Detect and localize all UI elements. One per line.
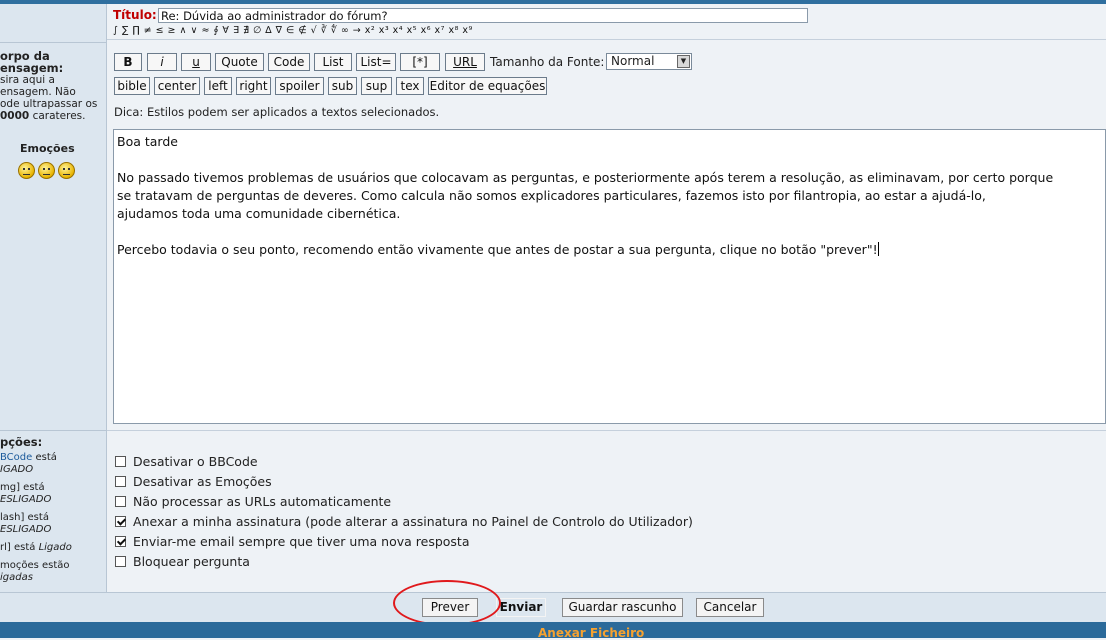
title-label: Título: [113, 8, 157, 22]
body-help-line: sira aqui a [0, 74, 55, 86]
underline-button[interactable]: u [181, 53, 211, 71]
font-size-value: Normal [611, 54, 655, 68]
option-attach-signature[interactable]: Anexar a minha assinatura (pode alterar … [115, 514, 693, 529]
code-button[interactable]: Code [268, 53, 310, 71]
url-state: Ligado [38, 542, 72, 553]
bold-button[interactable]: B [114, 53, 142, 71]
option-no-auto-urls[interactable]: Não processar as URLs automaticamente [115, 494, 391, 509]
math-symbols[interactable]: ∫ ∑ ∏ ≠ ≤ ≥ ∧ ∨ ≈ ∮ ∀ ∃ ∄ ∅ ∆ ∇ ∈ ∉ √ ∛ … [113, 25, 473, 36]
option-disable-emoticons[interactable]: Desativar as Emoções [115, 474, 272, 489]
submit-bar [0, 592, 1106, 623]
checkbox[interactable] [115, 516, 126, 527]
url-status: rl] está [0, 542, 39, 553]
checkbox[interactable] [115, 536, 126, 547]
sub-button[interactable]: sub [328, 77, 357, 95]
italic-button[interactable]: i [147, 53, 177, 71]
sup-button[interactable]: sup [361, 77, 392, 95]
left-separator [0, 42, 106, 43]
option-disable-bbcode[interactable]: Desativar o BBCode [115, 454, 258, 469]
bbcode-state: IGADO [0, 464, 34, 475]
emoticons-list [18, 162, 78, 182]
list-button[interactable]: List [314, 53, 352, 71]
left-separator [0, 430, 106, 431]
font-size-select[interactable]: Normal ▼ [606, 53, 692, 70]
img-state: ESLIGADO [0, 494, 52, 505]
font-size-label: Tamanho da Fonte: [490, 55, 605, 69]
tex-button[interactable]: tex [396, 77, 424, 95]
cancel-button[interactable]: Cancelar [696, 598, 764, 617]
section-separator [107, 39, 1106, 40]
message-paragraph: Percebo todavia o seu ponto, recomendo e… [117, 242, 878, 257]
grin-emoticon-icon[interactable] [58, 162, 75, 179]
body-help-line: ode ultrapassar os [0, 98, 98, 110]
spoiler-button[interactable]: spoiler [275, 77, 324, 95]
option-label: Bloquear pergunta [133, 554, 250, 569]
title-row: Título: [113, 8, 808, 23]
body-title-line2: ensagem: [0, 61, 64, 75]
left-button[interactable]: left [204, 77, 232, 95]
ordered-list-button[interactable]: List= [356, 53, 396, 71]
wink-emoticon-icon[interactable] [38, 162, 55, 179]
checkbox[interactable] [115, 496, 126, 507]
option-label: Enviar-me email sempre que tiver uma nov… [133, 534, 470, 549]
checkbox[interactable] [115, 456, 126, 467]
option-label: Desativar as Emoções [133, 474, 272, 489]
smile-emoticon-icon[interactable] [18, 162, 35, 179]
attachments-bar: Anexar Ficheiro [0, 622, 1106, 640]
right-button[interactable]: right [236, 77, 271, 95]
message-body-label: orpo da ensagem: sira aqui a ensagem. Nã… [0, 50, 106, 122]
checkbox[interactable] [115, 476, 126, 487]
message-textarea[interactable]: Boa tarde No passado tivemos problemas d… [113, 129, 1106, 424]
save-draft-button[interactable]: Guardar rascunho [562, 598, 683, 617]
options-label: pções: BCode está IGADO mg] está ESLIGADO … [0, 436, 106, 590]
text-cursor [877, 242, 879, 256]
message-paragraph: No passado tivemos problemas de usuários… [117, 170, 1054, 221]
body-help-line: carateres. [29, 110, 86, 122]
message-line: Boa tarde [117, 134, 178, 149]
center-button[interactable]: center [154, 77, 200, 95]
equation-editor-button[interactable]: Editor de equações [428, 77, 547, 95]
emoticons-status: moções estão [0, 560, 70, 571]
bbcode-status: está [32, 452, 57, 463]
flash-state: ESLIGADO [0, 524, 52, 535]
emoticons-label: Emoções [20, 142, 75, 155]
option-label: Anexar a minha assinatura (pode alterar … [133, 514, 693, 529]
title-input[interactable] [158, 8, 808, 23]
formatting-tip: Dica: Estilos podem ser aplicados a text… [114, 105, 440, 119]
preview-button[interactable]: Prever [422, 598, 478, 617]
max-chars: 0000 [0, 110, 30, 122]
url-button[interactable]: URL [445, 53, 485, 71]
quote-button[interactable]: Quote [215, 53, 264, 71]
checkbox[interactable] [115, 556, 126, 567]
submit-button[interactable]: Enviar [496, 598, 546, 617]
flash-status: lash] está [0, 512, 49, 523]
dropdown-arrow-icon[interactable]: ▼ [677, 55, 690, 68]
img-status: mg] está [0, 482, 45, 493]
section-separator [107, 430, 1106, 431]
body-help-line: ensagem. Não [0, 86, 76, 98]
bible-button[interactable]: bible [114, 77, 150, 95]
emoticons-state: igadas [0, 572, 33, 583]
options-title: pções: [0, 435, 43, 449]
option-label: Não processar as URLs automaticamente [133, 494, 392, 509]
list-item-button[interactable]: [*] [400, 53, 440, 71]
option-email-notify[interactable]: Enviar-me email sempre que tiver uma nov… [115, 534, 469, 549]
bbcode-link[interactable]: BCode [0, 452, 32, 463]
option-lock-question[interactable]: Bloquear pergunta [115, 554, 250, 569]
option-label: Desativar o BBCode [133, 454, 258, 469]
